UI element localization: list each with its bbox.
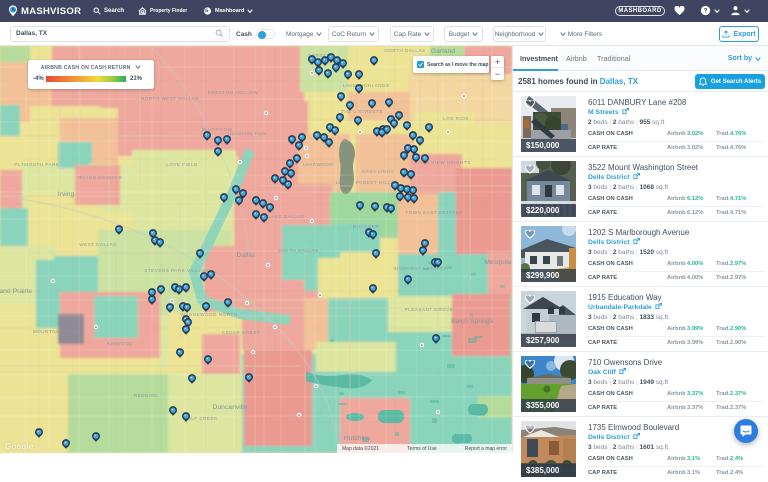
svg-text:Mesquite: Mesquite bbox=[484, 259, 512, 266]
svg-text:NORTH WEST DALLAS: NORTH WEST DALLAS bbox=[141, 96, 199, 101]
svg-text:Garland: Garland bbox=[431, 48, 455, 55]
svg-text:?: ? bbox=[704, 8, 708, 15]
svg-text:LAKEWOOD: LAKEWOOD bbox=[303, 162, 334, 167]
svg-text:Irving: Irving bbox=[58, 191, 75, 198]
svg-text:WYNNEWOOD NORTH: WYNNEWOOD NORTH bbox=[181, 312, 238, 317]
svg-text:SOUTH DALLAS: SOUTH DALLAS bbox=[278, 248, 319, 253]
svg-text:CEDAR CREST: CEDAR CREST bbox=[222, 330, 260, 335]
svg-text:THE L STREETS: THE L STREETS bbox=[341, 109, 383, 114]
svg-text:IRVING HEIGHTS: IRVING HEIGHTS bbox=[78, 175, 122, 180]
svg-text:CASA LINDA: CASA LINDA bbox=[362, 169, 394, 174]
svg-text:Hutchins: Hutchins bbox=[344, 435, 371, 442]
svg-text:Dallas: Dallas bbox=[237, 252, 256, 259]
svg-text:REDBIRD: REDBIRD bbox=[134, 393, 158, 398]
svg-text:LAKE HIGHLANDS: LAKE HIGHLANDS bbox=[343, 83, 390, 88]
svg-text:PRESTON HOLLOW: PRESTON HOLLOW bbox=[208, 90, 258, 95]
svg-text:PLEASANT GROVE: PLEASANT GROVE bbox=[405, 307, 454, 312]
svg-text:MOUNTAIN CREEK: MOUNTAIN CREEK bbox=[33, 329, 82, 334]
svg-text:Grand Prairie: Grand Prairie bbox=[0, 288, 32, 295]
svg-text:PLYMOUTH PARK: PLYMOUTH PARK bbox=[14, 162, 60, 167]
svg-text:STEVENS PARK VILLAGE: STEVENS PARK VILLAGE bbox=[144, 268, 209, 273]
svg-text:LITTLE FOREST HILLS: LITTLE FOREST HILLS bbox=[336, 180, 394, 185]
svg-text:KINWOOD: KINWOOD bbox=[107, 341, 133, 346]
svg-text:Duncanville: Duncanville bbox=[212, 404, 247, 411]
svg-text:LOS RIOS: LOS RIOS bbox=[443, 116, 469, 121]
svg-text:Balch Springs: Balch Springs bbox=[451, 318, 494, 325]
svg-text:LOVE FIELD: LOVE FIELD bbox=[166, 162, 198, 167]
svg-text:NORTH DALLAS: NORTH DALLAS bbox=[384, 48, 425, 53]
svg-text:University Park: University Park bbox=[228, 131, 267, 136]
svg-text:BUCKNER: BUCKNER bbox=[353, 224, 379, 229]
svg-text:WEST DALLAS: WEST DALLAS bbox=[79, 242, 117, 247]
svg-text:TOWN EAST ESTATES: TOWN EAST ESTATES bbox=[405, 210, 462, 215]
